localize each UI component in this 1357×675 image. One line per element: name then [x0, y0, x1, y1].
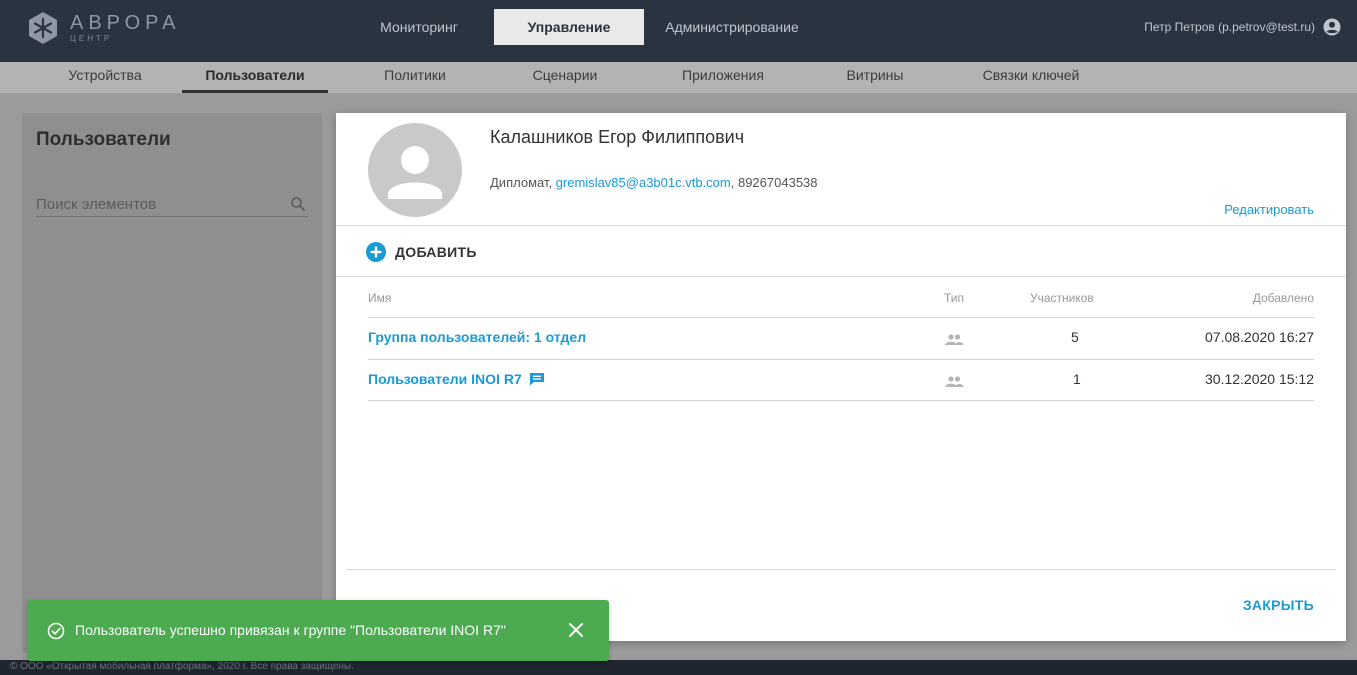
add-button[interactable]: ДОБАВИТЬ — [366, 242, 477, 262]
added-date: 07.08.2020 16:27 — [1205, 329, 1314, 345]
divider — [368, 359, 1314, 360]
subnav-showcases[interactable]: Витрины — [820, 62, 930, 93]
tab-administration[interactable]: Администрирование — [644, 9, 820, 45]
main-tabs: Мониторинг Управление Администрирование — [344, 9, 820, 45]
users-panel: Пользователи — [22, 113, 322, 653]
user-details-dialog: Калашников Егор Филиппович Дипломат, gre… — [336, 113, 1346, 641]
aurora-logo-icon — [29, 12, 57, 44]
close-button[interactable]: ЗАКРЫТЬ — [1243, 597, 1314, 613]
close-icon[interactable] — [567, 621, 585, 639]
members-count: 5 — [1071, 329, 1079, 345]
tab-management[interactable]: Управление — [494, 9, 644, 45]
subnav-policies[interactable]: Политики — [360, 62, 470, 93]
search-field — [36, 193, 308, 217]
search-input[interactable] — [36, 193, 276, 215]
group-icon — [945, 334, 964, 345]
user-role: Дипломат, — [490, 175, 556, 190]
user-email-link[interactable]: gremislav85@a3b01c.vtb.com — [556, 175, 731, 190]
success-toast: Пользователь успешно привязан к группе "… — [27, 600, 609, 661]
logo-name: АВРОРА — [70, 11, 181, 34]
sub-navigation: Устройства Пользователи Политики Сценари… — [0, 62, 1357, 93]
person-icon — [388, 146, 442, 199]
subnav-devices[interactable]: Устройства — [50, 62, 160, 93]
divider — [346, 569, 1336, 570]
group-name-link[interactable]: Группа пользователей: 1 отдел — [368, 329, 586, 345]
avatar — [368, 123, 462, 217]
subnav-scenarios[interactable]: Сценарии — [510, 62, 620, 93]
chat-icon — [529, 373, 544, 386]
panel-title: Пользователи — [36, 129, 171, 150]
subnav-users[interactable]: Пользователи — [182, 62, 328, 93]
user-phone: , 89267043538 — [730, 175, 818, 190]
group-name-link[interactable]: Пользователи INOI R7 — [368, 371, 545, 387]
added-date: 30.12.2020 15:12 — [1205, 371, 1314, 387]
user-name: Петр Петров (p.petrov@test.ru) — [1144, 20, 1315, 34]
toast-message: Пользователь успешно привязан к группе "… — [75, 622, 506, 638]
edit-button[interactable]: Редактировать — [1224, 202, 1314, 217]
add-button-label: ДОБАВИТЬ — [395, 244, 477, 260]
group-icon — [945, 376, 964, 387]
column-header-type[interactable]: Тип — [944, 291, 964, 305]
divider — [336, 225, 1346, 226]
column-header-members[interactable]: Участников — [1030, 291, 1094, 305]
footer: © ООО «Открытая мобильная платформа», 20… — [0, 660, 1357, 675]
tab-monitoring[interactable]: Мониторинг — [344, 9, 494, 45]
group-name-text: Пользователи INOI R7 — [368, 371, 522, 387]
logo-sub: ЦЕНТР — [70, 33, 113, 43]
divider — [368, 400, 1314, 401]
check-circle-icon — [47, 622, 65, 640]
user-info: Дипломат, gremislav85@a3b01c.vtb.com, 89… — [490, 175, 818, 190]
logo[interactable]: АВРОРА ЦЕНТР — [26, 11, 180, 45]
user-menu[interactable]: Петр Петров (p.petrov@test.ru) — [1144, 9, 1341, 45]
divider — [336, 276, 1346, 277]
account-circle-icon — [1323, 18, 1341, 36]
plus-circle-icon — [366, 242, 386, 262]
top-header: АВРОРА ЦЕНТР Мониторинг Управление Админ… — [0, 0, 1357, 62]
footer-copyright: © ООО «Открытая мобильная платформа», 20… — [10, 661, 354, 672]
column-header-added[interactable]: Добавлено — [1253, 291, 1314, 305]
search-icon[interactable] — [290, 196, 306, 212]
members-count: 1 — [1073, 371, 1081, 387]
divider — [368, 317, 1314, 318]
column-header-name[interactable]: Имя — [368, 291, 391, 305]
subnav-applications[interactable]: Приложения — [658, 62, 788, 93]
subnav-keychains[interactable]: Связки ключей — [956, 62, 1106, 93]
user-full-name: Калашников Егор Филиппович — [490, 127, 745, 147]
